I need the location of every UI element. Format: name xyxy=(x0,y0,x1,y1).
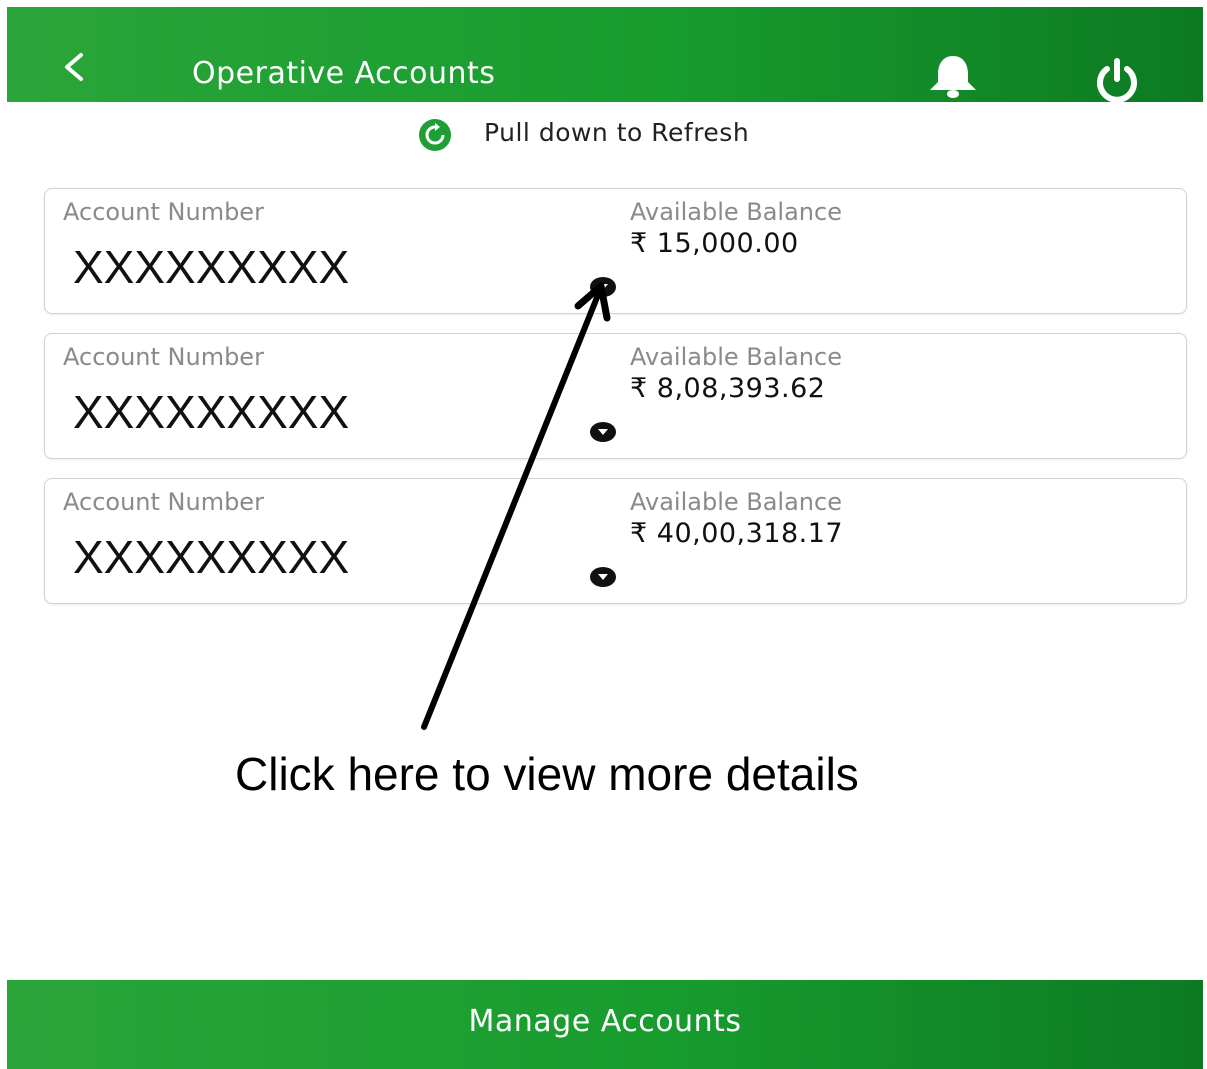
expand-details-button[interactable] xyxy=(589,276,617,298)
account-card[interactable]: Account Number XXXXXXXXX Available Balan… xyxy=(44,188,1187,314)
chevron-left-icon xyxy=(65,53,83,81)
account-card[interactable]: Account Number XXXXXXXXX Available Balan… xyxy=(44,333,1187,459)
account-number-value: XXXXXXXXX xyxy=(73,531,350,583)
back-button[interactable] xyxy=(55,47,95,87)
refresh-hint: Pull down to Refresh xyxy=(484,118,750,147)
expand-details-button[interactable] xyxy=(589,421,617,443)
available-balance-value: ₹ 8,08,393.62 xyxy=(630,373,826,404)
account-card[interactable]: Account Number XXXXXXXXX Available Balan… xyxy=(44,478,1187,604)
chevron-down-icon xyxy=(590,277,616,297)
account-number-label: Account Number xyxy=(63,488,264,516)
available-balance-label: Available Balance xyxy=(630,488,842,516)
available-balance-label: Available Balance xyxy=(630,198,842,226)
available-balance-value: ₹ 40,00,318.17 xyxy=(630,518,844,549)
chevron-down-icon xyxy=(590,422,616,442)
account-number-label: Account Number xyxy=(63,343,264,371)
logout-button[interactable] xyxy=(1093,57,1141,105)
annotation-label: Click here to view more details xyxy=(235,748,859,800)
app-header: Operative Accounts xyxy=(7,7,1203,105)
manage-accounts-button[interactable]: Manage Accounts xyxy=(7,980,1203,1069)
available-balance-value: ₹ 15,000.00 xyxy=(630,228,799,259)
power-icon xyxy=(1097,58,1137,103)
page-title: Operative Accounts xyxy=(192,56,496,91)
manage-accounts-label: Manage Accounts xyxy=(468,1004,742,1039)
bell-icon xyxy=(930,56,976,98)
operative-accounts-screen: Operative Accounts Pull down to Refresh … xyxy=(0,0,1207,1069)
account-number-value: XXXXXXXXX xyxy=(73,386,350,438)
expand-details-button[interactable] xyxy=(589,566,617,588)
account-number-label: Account Number xyxy=(63,198,264,226)
notifications-button[interactable] xyxy=(925,52,981,100)
available-balance-label: Available Balance xyxy=(630,343,842,371)
refresh-icon xyxy=(419,119,451,151)
account-number-value: XXXXXXXXX xyxy=(73,241,350,293)
chevron-down-icon xyxy=(590,567,616,587)
